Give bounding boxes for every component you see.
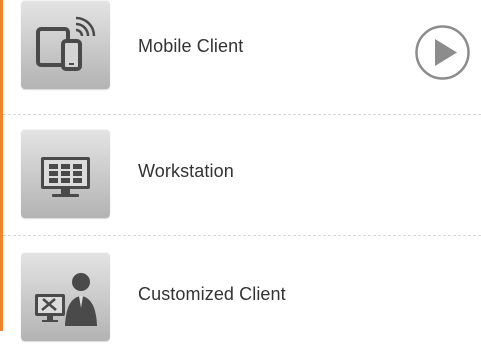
menu-item-label: Customized Client xyxy=(138,284,286,304)
menu-item-label: Workstation xyxy=(138,161,234,181)
mobile-devices-icon xyxy=(21,0,110,89)
menu-item-customized-client[interactable]: Customized Client xyxy=(3,242,481,352)
menu-item-mobile-client[interactable]: Mobile Client xyxy=(3,0,481,110)
workstation-monitor-icon xyxy=(21,129,110,218)
menu-item-label: Mobile Client xyxy=(138,36,244,56)
customized-client-icon xyxy=(21,252,110,341)
divider xyxy=(3,235,481,236)
menu-item-workstation[interactable]: Workstation xyxy=(3,121,481,231)
play-icon[interactable] xyxy=(414,24,471,81)
divider xyxy=(3,114,481,115)
